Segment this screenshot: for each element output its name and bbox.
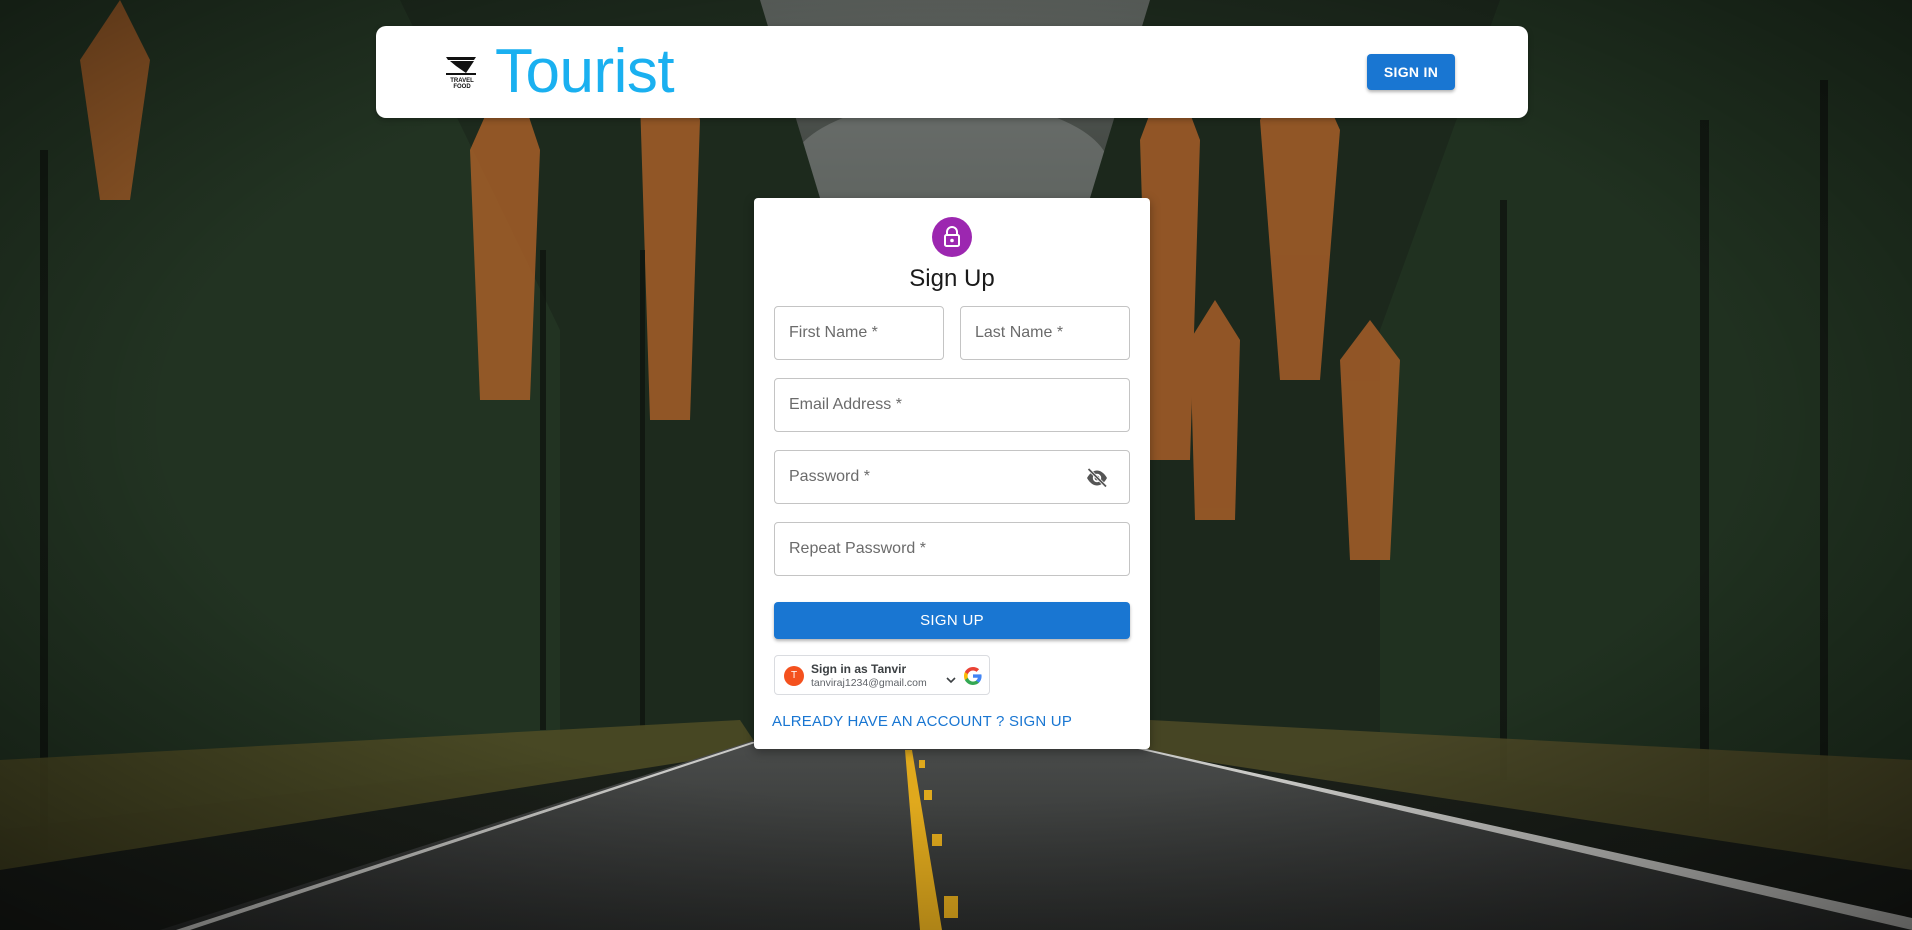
sign-in-button[interactable]: SIGN IN [1367, 54, 1455, 90]
page-title: Sign Up [909, 265, 995, 292]
logo[interactable]: TRAVEL FOOD [444, 54, 478, 90]
repeat-password-input[interactable] [775, 523, 1129, 575]
google-g-icon [964, 667, 982, 685]
email-field [774, 378, 1130, 432]
google-account-email: tanviraj1234@gmail.com [811, 677, 927, 689]
logo-text-food: FOOD [453, 84, 471, 90]
google-account-name: Sign in as Tanvir [811, 662, 907, 676]
email-input[interactable] [775, 379, 1129, 431]
brand-title[interactable]: Tourist [495, 34, 675, 110]
chevron-down-icon[interactable] [946, 676, 956, 684]
last-name-input[interactable] [961, 307, 1129, 359]
header-bar: TRAVEL FOOD Tourist SIGN IN [376, 26, 1528, 118]
repeat-password-field [774, 522, 1130, 576]
signup-card: Sign Up SIGN UP T Sign in as Tanvir tanv… [754, 198, 1150, 749]
first-name-field [774, 306, 944, 360]
first-name-input[interactable] [775, 307, 943, 359]
last-name-field [960, 306, 1130, 360]
google-account-avatar: T [784, 666, 804, 686]
google-sign-in-button[interactable]: T Sign in as Tanvir tanviraj1234@gmail.c… [774, 655, 990, 695]
visibility-off-icon[interactable] [1085, 466, 1109, 490]
logo-text: TRAVEL FOOD [445, 78, 479, 90]
password-input[interactable] [775, 451, 1129, 503]
lock-icon [944, 226, 960, 247]
logo-icon [446, 57, 476, 75]
sign-up-button[interactable]: SIGN UP [774, 602, 1130, 639]
password-field [774, 450, 1130, 504]
already-have-account-link[interactable]: ALREADY HAVE AN ACCOUNT ? SIGN UP [772, 713, 1072, 730]
lock-avatar [932, 217, 972, 257]
